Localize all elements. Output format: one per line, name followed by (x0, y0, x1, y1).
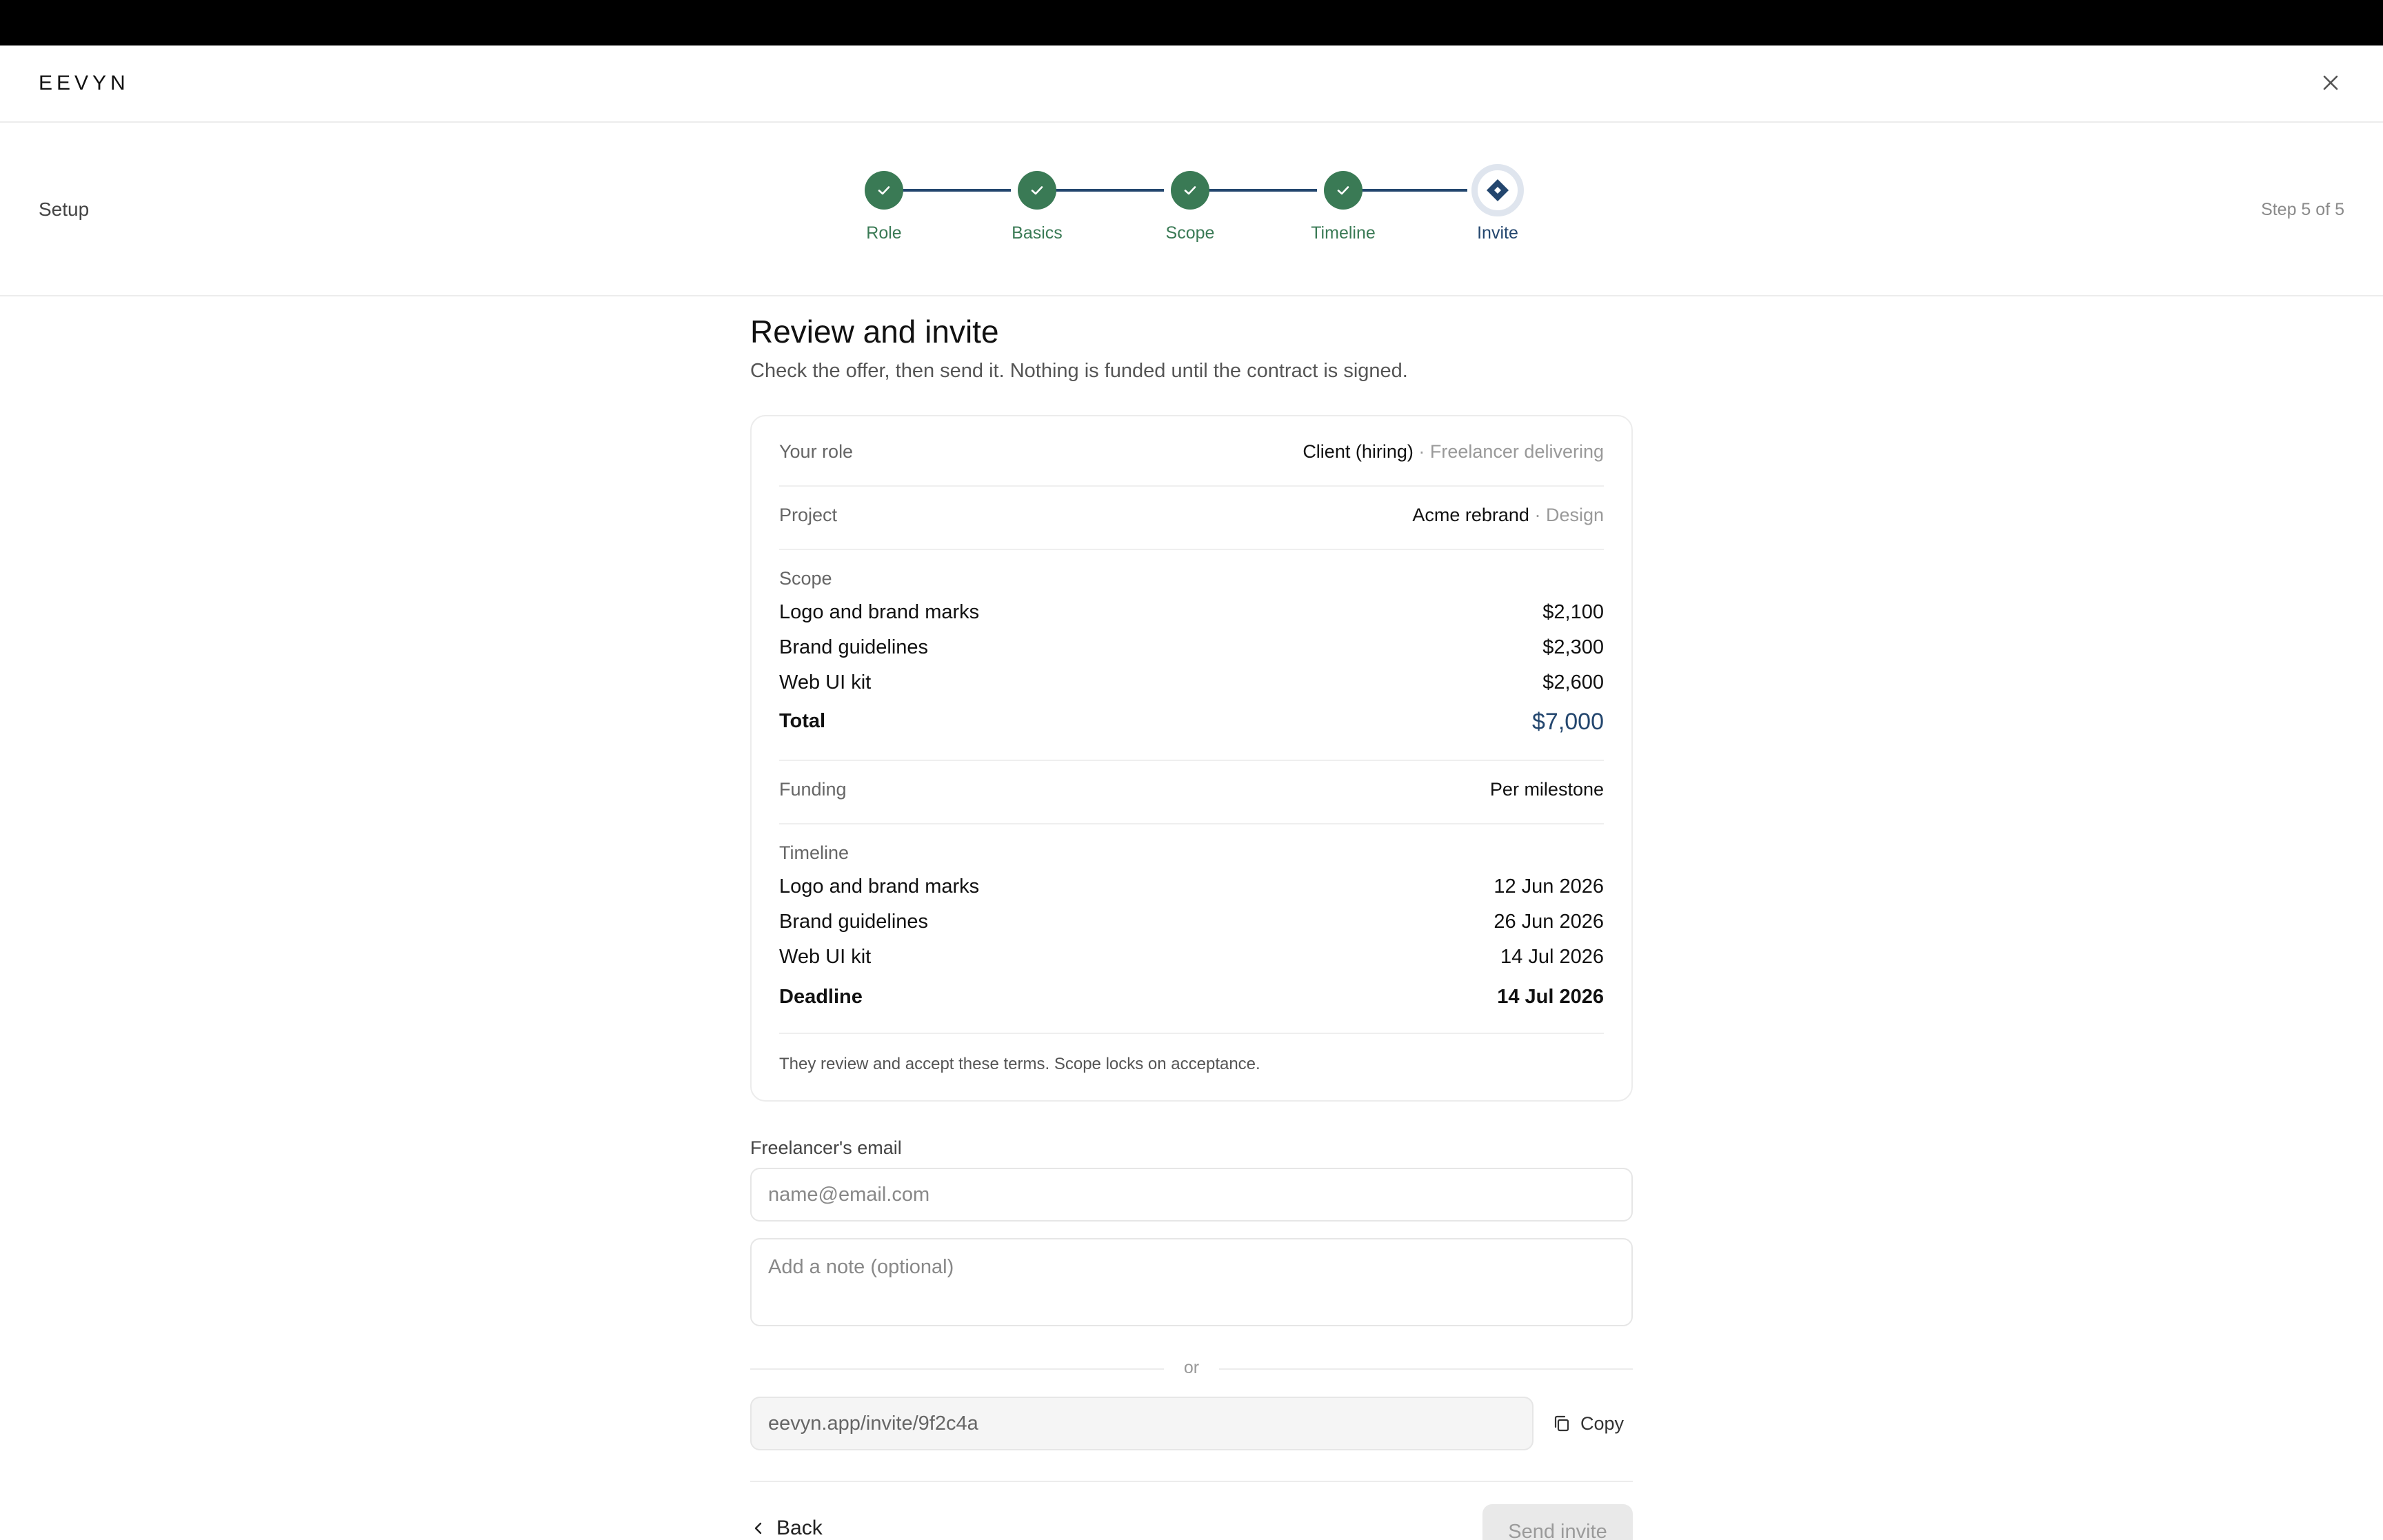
role-row: Your role Client (hiring) · Freelancer d… (779, 441, 1604, 462)
or-text: or (1183, 1358, 1200, 1377)
email-field[interactable] (750, 1168, 1633, 1222)
timeline-item-date: 14 Jul 2026 (1500, 946, 1604, 968)
note-field[interactable] (750, 1238, 1633, 1326)
step-basics[interactable]: Basics (975, 171, 1099, 243)
scope-item-name: Web UI kit (779, 671, 872, 693)
divider (779, 760, 1604, 761)
scope-item-amount: $2,600 (1542, 671, 1604, 693)
diamond-icon (1471, 164, 1524, 216)
scope-label: Scope (779, 568, 832, 589)
scope-item-amount: $2,100 (1542, 601, 1604, 623)
funding-label: Funding (779, 779, 847, 800)
deadline-date: 14 Jul 2026 (1497, 986, 1604, 1008)
divider (779, 1033, 1604, 1034)
step-scope[interactable]: Scope (1128, 171, 1252, 243)
invite-link-field[interactable]: eevyn.app/invite/9f2c4a (750, 1397, 1534, 1450)
check-icon (1018, 171, 1056, 210)
stepper: Role Basics Scope Timeline Invite (793, 123, 1607, 296)
role-primary: Client (hiring) (1303, 441, 1414, 462)
offer-summary-card: Your role Client (hiring) · Freelancer d… (750, 415, 1633, 1102)
setup-label: Setup (39, 199, 90, 220)
divider (779, 823, 1604, 824)
total-amount: $7,000 (1532, 709, 1604, 735)
copy-icon (1554, 1415, 1569, 1432)
step-label: Invite (1477, 223, 1518, 243)
check-icon (865, 171, 903, 210)
timeline-item-name: Logo and brand marks (779, 875, 980, 898)
role-label: Your role (779, 441, 854, 462)
footer-divider (750, 1481, 1633, 1482)
project-value: Acme rebrand · Design (1412, 505, 1604, 526)
send-invite-button[interactable]: Send invite (1482, 1504, 1633, 1540)
brand-logo: EEVYN (39, 72, 130, 94)
project-secondary: · Design (1529, 505, 1604, 525)
back-button[interactable]: Back (750, 1517, 823, 1540)
close-button[interactable] (2317, 69, 2344, 97)
step-count: Step 5 of 5 (2261, 200, 2344, 219)
step-label: Timeline (1311, 223, 1376, 243)
divider (779, 549, 1604, 550)
timeline-item-date: 12 Jun 2026 (1494, 875, 1604, 898)
check-icon (1324, 171, 1363, 210)
timeline-label: Timeline (779, 842, 849, 863)
project-label: Project (779, 505, 838, 525)
scope-item-name: Logo and brand marks (779, 601, 980, 623)
step-label: Role (866, 223, 902, 243)
total-label: Total (779, 710, 826, 732)
role-value: Client (hiring) · Freelancer delivering (1303, 441, 1604, 463)
system-top-bar (0, 0, 2383, 45)
timeline-item-name: Web UI kit (779, 946, 872, 968)
timeline-item-date: 26 Jun 2026 (1494, 911, 1604, 933)
step-label: Basics (1012, 223, 1063, 243)
step-progress-bar: Setup Step 5 of 5 Role Basics Scope Time… (0, 123, 2383, 296)
funding-value: Per milestone (1489, 779, 1604, 800)
project-primary: Acme rebrand (1412, 505, 1529, 525)
back-label: Back (776, 1517, 823, 1539)
step-invite[interactable]: Invite (1436, 164, 1560, 243)
terms-note: They review and accept these terms. Scop… (779, 1055, 1260, 1073)
app-header: EEVYN (0, 45, 2383, 123)
scope-item-amount: $2,300 (1542, 636, 1604, 658)
chevron-left-icon (754, 1522, 762, 1534)
timeline-item-name: Brand guidelines (779, 911, 929, 933)
deadline-label: Deadline (779, 986, 863, 1008)
step-label: Scope (1165, 223, 1215, 243)
close-icon (2323, 75, 2338, 90)
check-icon (1171, 171, 1209, 210)
step-role[interactable]: Role (822, 171, 946, 243)
step-timeline[interactable]: Timeline (1281, 171, 1405, 243)
project-row: Project Acme rebrand · Design (779, 505, 1604, 525)
scope-item-name: Brand guidelines (779, 636, 929, 658)
or-separator: or (750, 1358, 1633, 1379)
role-secondary: · Freelancer delivering (1413, 441, 1604, 462)
divider (779, 485, 1604, 487)
page-title: Review and invite (750, 314, 999, 349)
page-subtitle: Check the offer, then send it. Nothing i… (750, 360, 1408, 382)
email-field-label: Freelancer's email (750, 1137, 902, 1158)
funding-row: Funding Per milestone (779, 779, 1604, 800)
copy-label: Copy (1580, 1412, 1625, 1434)
copy-link-button[interactable]: Copy (1551, 1406, 1624, 1441)
